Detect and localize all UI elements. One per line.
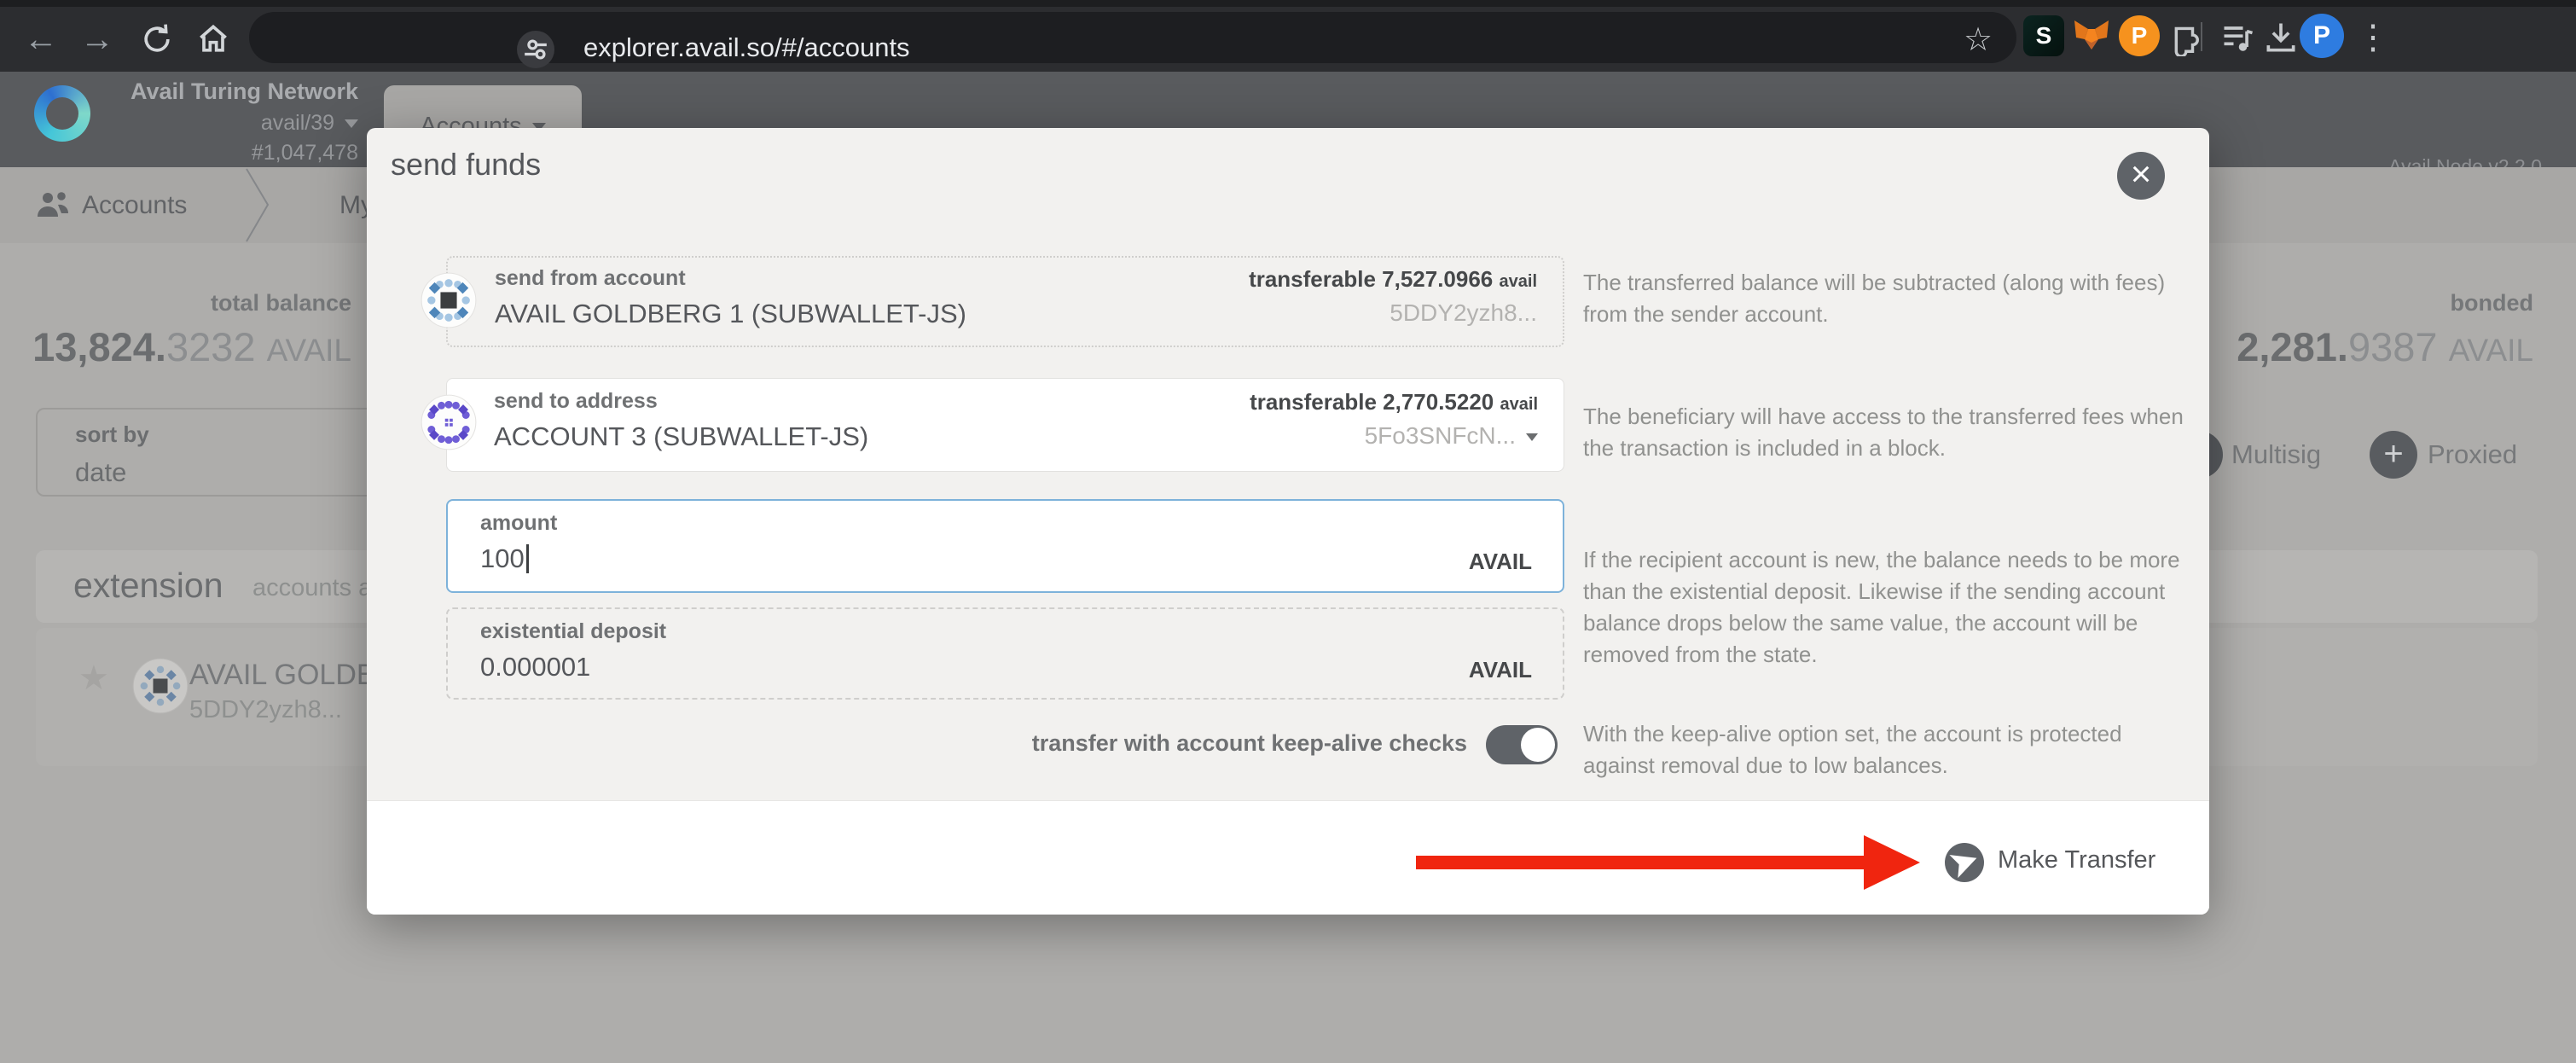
breadcrumb-chevron-separator: [245, 167, 270, 247]
send-icon[interactable]: [1945, 843, 1984, 882]
toolbar-separator: [2201, 22, 2202, 51]
existential-deposit-label: existential deposit: [480, 619, 666, 644]
amount-input[interactable]: 100: [480, 543, 529, 574]
keep-alive-toggle[interactable]: [1486, 725, 1558, 764]
chevron-down-icon: [345, 119, 358, 128]
network-name: Avail Turing Network: [102, 78, 358, 105]
help-text-existential: If the recipient account is new, the bal…: [1583, 544, 2185, 671]
polkadotjs-extension-icon[interactable]: P: [2119, 15, 2160, 56]
sort-by-dropdown[interactable]: sort by date: [36, 408, 403, 497]
proxied-button[interactable]: Proxied: [2428, 431, 2517, 479]
send-funds-modal: send funds × send from account AVAIL GOL…: [367, 128, 2209, 915]
help-text-from: The transferred balance will be subtract…: [1583, 267, 2185, 330]
avail-logo[interactable]: [34, 85, 90, 142]
send-from-value: AVAIL GOLDBERG 1 (SUBWALLET-JS): [495, 299, 966, 329]
toggle-knob: [1521, 728, 1555, 762]
browser-refresh-button[interactable]: [138, 20, 176, 62]
to-address-short[interactable]: 5Fo3SNFcN...: [1137, 422, 1538, 450]
browser-back-button[interactable]: ←: [15, 7, 67, 72]
people-icon: [34, 188, 72, 226]
from-address-short: 5DDY2yzh8...: [1136, 299, 1537, 327]
send-from-label: send from account: [495, 266, 686, 291]
close-icon[interactable]: ×: [2117, 152, 2165, 200]
network-info[interactable]: Avail Turing Network avail/39 #1,047,478: [102, 78, 358, 166]
send-to-address-field[interactable]: send to address ACCOUNT 3 (SUBWALLET-JS)…: [446, 378, 1564, 472]
sort-by-label: sort by: [75, 421, 149, 448]
to-identicon: [420, 393, 478, 456]
address-bar[interactable]: explorer.avail.so/#/accounts ☆: [249, 12, 2016, 63]
total-balance: total balance 13,824.3232 AVAIL: [0, 290, 351, 370]
amount-unit: AVAIL: [1469, 549, 1532, 575]
chevron-down-icon: [1526, 433, 1538, 441]
existential-deposit-value: 0.000001: [480, 652, 590, 683]
screen: ← → explorer.avail.so/#/accounts ☆ S P: [0, 0, 2576, 1063]
modal-footer: Make Transfer: [367, 800, 2209, 915]
bonded-balance: bonded 2,281.9387 AVAIL: [2184, 290, 2533, 370]
from-balance-info: transferable 7,527.0966 avail 5DDY2yzh8.…: [1136, 266, 1537, 327]
browser-menu-icon[interactable]: ⋮: [2356, 7, 2390, 68]
sort-by-value: date: [75, 457, 126, 488]
site-info-icon[interactable]: [517, 31, 554, 68]
section-title: extension: [73, 566, 223, 606]
metamask-extension-icon[interactable]: [2071, 15, 2112, 56]
annotation-arrow: [1416, 856, 1865, 869]
keep-alive-toggle-label: transfer with account keep-alive checks: [793, 730, 1467, 757]
chain-selector[interactable]: avail/39: [102, 111, 358, 136]
total-balance-label: total balance: [0, 290, 351, 317]
send-to-label: send to address: [494, 389, 658, 414]
browser-toolbar: ← → explorer.avail.so/#/accounts ☆ S P: [0, 0, 2576, 72]
media-controls-icon[interactable]: [2219, 19, 2257, 61]
browser-profile-avatar[interactable]: P: [2300, 14, 2344, 58]
account-identicon: [131, 657, 189, 719]
existential-deposit-unit: AVAIL: [1469, 657, 1532, 683]
browser-forward-button[interactable]: →: [72, 7, 123, 72]
extensions-puzzle-icon[interactable]: [2163, 17, 2202, 61]
modal-title: send funds: [391, 147, 541, 183]
browser-top-edge: [0, 0, 2576, 7]
multisig-button[interactable]: Multisig: [2231, 431, 2321, 479]
breadcrumb-accounts[interactable]: Accounts: [82, 167, 187, 243]
send-from-account-field[interactable]: send from account AVAIL GOLDBERG 1 (SUBW…: [446, 256, 1564, 347]
block-number: #1,047,478: [102, 141, 358, 166]
downloads-icon[interactable]: [2262, 19, 2300, 61]
help-text-keepalive: With the keep-alive option set, the acco…: [1583, 718, 2185, 781]
url-text[interactable]: explorer.avail.so/#/accounts: [583, 32, 910, 63]
existential-deposit-field: existential deposit 0.000001 AVAIL: [446, 607, 1564, 700]
account-address: 5DDY2yzh8...: [189, 696, 342, 724]
text-cursor: [526, 544, 529, 573]
make-transfer-button[interactable]: Make Transfer: [1998, 846, 2155, 874]
bookmark-star-icon[interactable]: ☆: [1964, 20, 1993, 59]
from-identicon: [420, 271, 478, 334]
annotation-arrow-head: [1864, 835, 1920, 890]
browser-home-button[interactable]: [194, 20, 232, 62]
favorite-star-icon[interactable]: ★: [78, 659, 109, 698]
amount-field[interactable]: amount 100 AVAIL: [446, 499, 1564, 593]
amount-label: amount: [480, 511, 557, 536]
subwallet-extension-icon[interactable]: S: [2023, 15, 2064, 56]
help-text-to: The beneficiary will have access to the …: [1583, 401, 2185, 464]
send-to-value: ACCOUNT 3 (SUBWALLET-JS): [494, 421, 868, 452]
bonded-label: bonded: [2184, 290, 2533, 317]
to-balance-info: transferable 2,770.5220 avail 5Fo3SNFcN.…: [1137, 389, 1538, 450]
proxied-add-icon[interactable]: +: [2370, 431, 2417, 479]
section-subtitle: accounts a: [252, 574, 372, 602]
